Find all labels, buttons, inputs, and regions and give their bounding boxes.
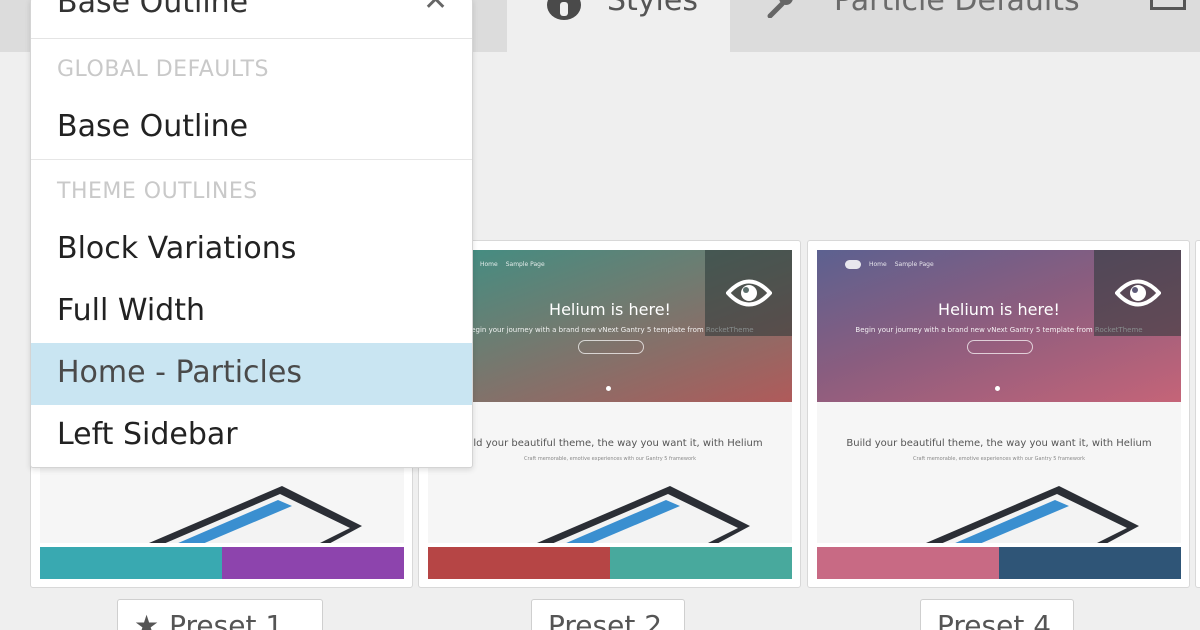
thumb-nav-item: Home <box>869 261 887 268</box>
preset-1-button[interactable]: ★ Preset 1 <box>117 599 323 630</box>
preset-2-button[interactable]: Preset 2 <box>531 599 685 630</box>
close-icon[interactable]: ✕ <box>423 0 448 18</box>
option-left-sidebar[interactable]: Left Sidebar <box>31 405 472 467</box>
tab-styles[interactable]: Styles <box>507 0 730 52</box>
swatch <box>40 547 222 579</box>
hero-button <box>967 340 1033 354</box>
color-swatches <box>817 547 1181 579</box>
option-label: Left Sidebar <box>57 417 238 452</box>
preset-4-button[interactable]: Preset 4 <box>920 599 1074 630</box>
swatch <box>222 547 404 579</box>
thumb-body-subtitle: Craft memorable, emotive experiences wit… <box>913 456 1085 462</box>
slider-dot <box>606 386 611 391</box>
option-home-particles[interactable]: Home - Particles <box>31 343 472 405</box>
option-base-outline[interactable]: Base Outline <box>31 97 472 159</box>
thumb-nav: Home Sample Page <box>845 260 934 269</box>
option-full-width[interactable]: Full Width <box>31 281 472 343</box>
preset-card-4[interactable]: Home Sample Page Helium is here! Begin y… <box>807 240 1190 588</box>
outline-select[interactable]: Base Outline ✕ <box>31 0 472 39</box>
swatch <box>610 547 792 579</box>
keyboard-icon <box>1150 0 1186 10</box>
tab-styles-label: Styles <box>607 0 698 18</box>
color-swatches <box>40 547 404 579</box>
color-swatches <box>428 547 792 579</box>
option-block-variations[interactable]: Block Variations <box>31 219 472 281</box>
group-label-global-defaults: GLOBAL DEFAULTS <box>57 57 269 82</box>
hero-button <box>578 340 644 354</box>
wrench-icon <box>767 0 793 18</box>
eye-icon <box>1114 279 1161 307</box>
preset-label: Preset 4 <box>937 609 1052 630</box>
preset-card-2[interactable]: Home Sample Page Helium is here! Begin y… <box>418 240 801 588</box>
star-icon: ★ <box>134 609 160 630</box>
thumb-body-subtitle: Craft memorable, emotive experiences wit… <box>524 456 696 462</box>
swatch <box>817 547 999 579</box>
tab-particle-defaults-label: Particle Defaults <box>834 0 1080 18</box>
laptop-illustration <box>149 486 362 543</box>
thumb-nav-item: Sample Page <box>505 261 545 268</box>
tab-keyboard[interactable] <box>1130 0 1200 52</box>
laptop-illustration <box>926 486 1139 543</box>
preview-button[interactable] <box>705 250 792 336</box>
swatch <box>999 547 1181 579</box>
group-label-theme-outlines: THEME OUTLINES <box>57 179 258 204</box>
preset-thumbnail: Home Sample Page Helium is here! Begin y… <box>817 250 1181 543</box>
preview-button[interactable] <box>1094 250 1181 336</box>
option-label: Base Outline <box>57 109 249 144</box>
thumb-body-title: Build your beautiful theme, the way you … <box>846 438 1152 449</box>
logo <box>845 260 861 269</box>
preset-label: Preset 2 <box>548 609 663 630</box>
tab-particle-defaults[interactable]: Particle Defaults <box>730 0 1130 52</box>
thumb-body-title: Build your beautiful theme, the way you … <box>457 438 763 449</box>
swatch <box>428 547 610 579</box>
divider <box>31 159 472 160</box>
thumb-nav-item: Home <box>480 261 498 268</box>
eye-icon <box>725 279 772 307</box>
preset-card-partial[interactable] <box>1195 240 1200 588</box>
laptop-illustration <box>537 486 750 543</box>
option-label: Full Width <box>57 293 205 328</box>
preset-thumbnail: Home Sample Page Helium is here! Begin y… <box>428 250 792 543</box>
slider-dot <box>995 386 1000 391</box>
hero-image: Home Sample Page Helium is here! Begin y… <box>817 250 1181 402</box>
globe-icon <box>547 0 581 20</box>
outline-dropdown[interactable]: Base Outline ✕ GLOBAL DEFAULTS Base Outl… <box>30 0 473 468</box>
outline-select-value: Base Outline <box>57 0 249 20</box>
hero-image: Home Sample Page Helium is here! Begin y… <box>428 250 792 402</box>
option-label: Block Variations <box>57 231 297 266</box>
thumb-nav-item: Sample Page <box>894 261 934 268</box>
preset-label: Preset 1 <box>169 609 284 630</box>
option-label: Home - Particles <box>57 355 302 390</box>
